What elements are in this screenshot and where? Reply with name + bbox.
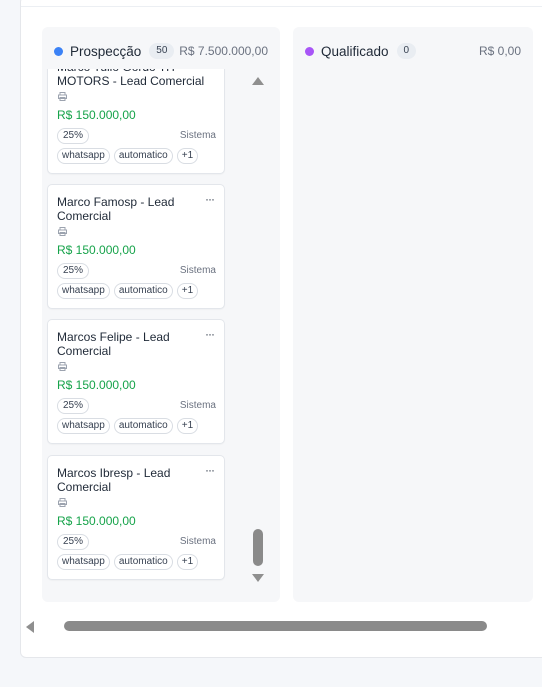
tag: automatico: [113, 554, 173, 570]
column-total: R$ 7.500.000,00: [179, 44, 268, 58]
tag: whatsapp: [57, 283, 110, 299]
tag: automatico: [113, 418, 173, 434]
card-value: R$ 150.000,00: [57, 514, 136, 528]
deal-card[interactable]: Marco Famosp - Lead Comercial ··· R$ 150…: [47, 184, 225, 309]
status-dot: [305, 46, 314, 56]
tag-list: whatsapp automatico +1: [57, 283, 199, 299]
tag: automatico: [113, 283, 173, 299]
column-title: Prospecção: [70, 43, 142, 59]
card-title: Marcos Ibresp - Lead Comercial: [57, 466, 171, 494]
tag: whatsapp: [57, 148, 110, 164]
card-value: R$ 150.000,00: [57, 243, 136, 257]
column-header: Prospecção 50 R$ 7.500.000,00: [54, 41, 268, 61]
tag: automatico: [113, 148, 173, 164]
printer-icon: [58, 227, 67, 236]
tag-more[interactable]: +1: [176, 283, 199, 299]
tag: whatsapp: [57, 554, 110, 570]
more-options-icon[interactable]: ···: [205, 328, 215, 340]
more-options-icon[interactable]: ···: [205, 193, 215, 205]
kanban-board: Prospecção 50 R$ 7.500.000,00 Marco Tuli…: [20, 0, 542, 658]
column-header: Qualificado 0 R$ 0,00: [305, 41, 521, 61]
deal-card[interactable]: Marcos Felipe - Lead Comercial ··· R$ 15…: [47, 319, 225, 444]
card-value: R$ 150.000,00: [57, 108, 136, 122]
tag-list: whatsapp automatico +1: [57, 418, 199, 434]
tag-list: whatsapp automatico +1: [57, 148, 199, 164]
divider: [21, 6, 542, 7]
scroll-left-arrow-icon[interactable]: [26, 621, 34, 633]
card-value: R$ 150.000,00: [57, 378, 136, 392]
card-source: Sistema: [179, 265, 216, 276]
scrollbar-thumb[interactable]: [64, 621, 487, 631]
status-dot: [54, 46, 63, 56]
tag-more[interactable]: +1: [176, 148, 199, 164]
tag: whatsapp: [57, 418, 110, 434]
more-options-icon[interactable]: ···: [205, 464, 215, 476]
deal-card[interactable]: Marco Tulio Gordo TH MOTORS - Lead Comer…: [47, 69, 225, 174]
probability-badge: 25%: [57, 263, 90, 279]
probability-badge: 25%: [57, 534, 90, 550]
card-source: Sistema: [179, 536, 216, 547]
printer-icon: [58, 498, 67, 507]
probability-badge: 25%: [57, 398, 90, 414]
column-total: R$ 0,00: [478, 44, 521, 58]
column-prospeccao: Prospecção 50 R$ 7.500.000,00 Marco Tuli…: [42, 27, 280, 602]
count-badge: 0: [396, 43, 417, 59]
card-source: Sistema: [179, 400, 216, 411]
scroll-down-arrow-icon[interactable]: [252, 574, 264, 582]
tag-more[interactable]: +1: [176, 554, 199, 570]
printer-icon: [58, 362, 67, 371]
card-title: Marco Tulio Gordo TH MOTORS - Lead Comer…: [57, 69, 205, 88]
vertical-scrollbar[interactable]: [250, 69, 266, 589]
probability-badge: 25%: [57, 128, 90, 144]
card-source: Sistema: [179, 130, 216, 141]
scrollbar-thumb[interactable]: [253, 529, 263, 566]
scroll-up-arrow-icon[interactable]: [252, 77, 264, 85]
printer-icon: [58, 92, 67, 101]
tag-list: whatsapp automatico +1: [57, 554, 199, 570]
column-qualificado: Qualificado 0 R$ 0,00: [293, 27, 533, 602]
tag-more[interactable]: +1: [176, 418, 199, 434]
horizontal-scrollbar[interactable]: [20, 616, 542, 634]
deal-card[interactable]: Marcos Ibresp - Lead Comercial ··· R$ 15…: [47, 455, 225, 580]
card-title: Marco Famosp - Lead Comercial: [57, 195, 175, 223]
count-badge: 50: [149, 43, 175, 59]
cards-list: Marco Tulio Gordo TH MOTORS - Lead Comer…: [42, 69, 280, 589]
column-title: Qualificado: [321, 43, 389, 59]
card-title: Marcos Felipe - Lead Comercial: [57, 330, 170, 358]
